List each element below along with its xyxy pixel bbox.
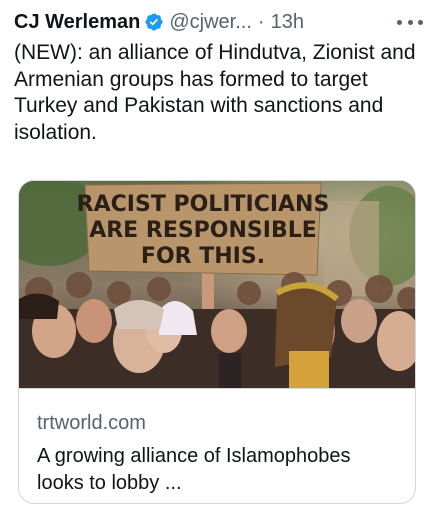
tweet-timestamp[interactable]: 13h — [271, 11, 304, 34]
verified-badge-icon — [145, 13, 163, 31]
tweet-header: CJ Werleman @cjwer... · 13h — [14, 8, 427, 36]
link-card[interactable]: RACIST POLITICIANS ARE RESPONSIBLE FOR T… — [18, 180, 416, 504]
card-body[interactable]: trtworld.com A growing alliance of Islam… — [19, 388, 415, 503]
card-image[interactable]: RACIST POLITICIANS ARE RESPONSIBLE FOR T… — [19, 181, 415, 388]
card-title: A growing alliance of Islamophobes looks… — [37, 445, 351, 494]
tweet-text: (NEW): an alliance of Hindutva, Zionist … — [14, 41, 416, 144]
more-horizontal-icon[interactable] — [397, 8, 423, 36]
sign-line-3: FOR THIS. — [141, 244, 265, 269]
sign-line-2: ARE RESPONSIBLE — [89, 218, 317, 243]
protest-photo: RACIST POLITICIANS ARE RESPONSIBLE FOR T… — [19, 181, 415, 388]
card-domain: trtworld.com — [37, 412, 146, 434]
sign-line-1: RACIST POLITICIANS — [77, 192, 330, 217]
author-handle[interactable]: @cjwer... — [169, 11, 252, 34]
author-name[interactable]: CJ Werleman — [14, 11, 140, 34]
separator-dot: · — [257, 10, 265, 33]
